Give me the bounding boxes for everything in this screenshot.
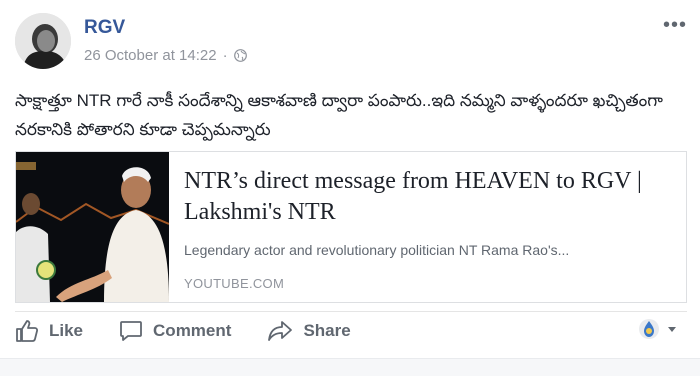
- globe-icon[interactable]: [233, 49, 247, 62]
- link-preview-card[interactable]: NTR’s direct message from HEAVEN to RGV …: [15, 151, 687, 303]
- post-timestamp[interactable]: 26 October at 14:22: [84, 47, 217, 64]
- thumbs-up-icon: [16, 320, 39, 342]
- reaction-selector[interactable]: [638, 318, 678, 340]
- link-title[interactable]: NTR’s direct message from HEAVEN to RGV …: [184, 166, 674, 228]
- post-actions: Like Comment Share: [15, 316, 387, 346]
- like-button[interactable]: Like: [15, 319, 83, 343]
- meta-separator: ·: [222, 47, 228, 64]
- more-options-icon[interactable]: •••: [663, 14, 687, 37]
- link-description: Legendary actor and revolutionary politi…: [184, 242, 570, 258]
- link-thumbnail[interactable]: [16, 152, 169, 302]
- actions-divider: [15, 311, 687, 312]
- page-avatar-icon: [639, 319, 659, 339]
- link-domain: YOUTUBE.COM: [184, 276, 285, 291]
- chevron-down-icon: [668, 327, 676, 332]
- share-label: Share: [303, 321, 351, 340]
- comment-area-bar: [0, 358, 700, 376]
- like-label: Like: [49, 321, 84, 340]
- post-text: సాక్షాత్తూ NTR గారే నాకీ సందేశాన్ని ఆకాశ…: [15, 91, 663, 139]
- comment-button[interactable]: Comment: [119, 319, 231, 343]
- share-button[interactable]: Share: [267, 319, 351, 343]
- comment-label: Comment: [153, 321, 232, 340]
- author-avatar[interactable]: [15, 13, 71, 69]
- post-meta: 26 October at 14:22 ·: [84, 47, 247, 64]
- link-text-block[interactable]: NTR’s direct message from HEAVEN to RGV …: [169, 152, 686, 302]
- author-name[interactable]: RGV: [84, 17, 125, 39]
- share-arrow-icon: [268, 321, 293, 341]
- comment-icon: [120, 321, 142, 341]
